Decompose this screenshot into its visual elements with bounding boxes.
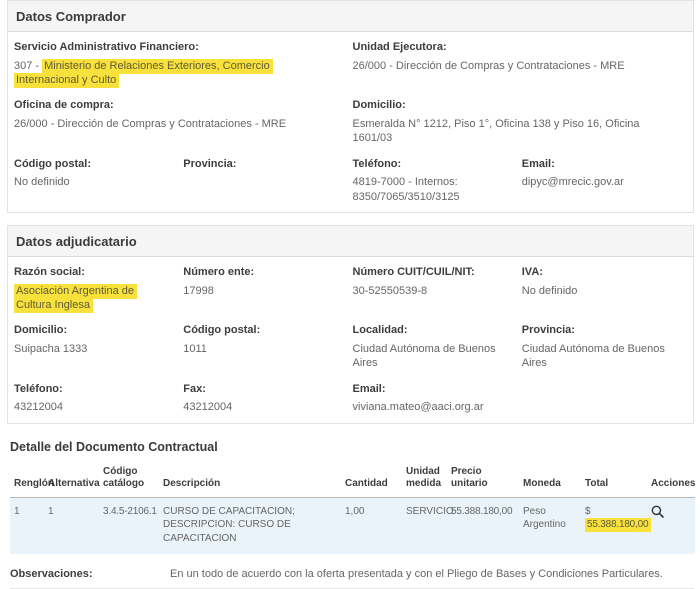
field-buyer-cp-label: Código postal:	[14, 158, 179, 172]
field-cuit-value: 30-52550539-8	[353, 284, 518, 298]
field-awardee-telefono-label: Teléfono:	[14, 383, 179, 397]
awardee-panel: Datos adjudicatario Razón social: Asocia…	[7, 225, 694, 424]
field-awardee-domicilio-value: Suipacha 1333	[14, 342, 179, 356]
col-header-renglon: Renglón	[10, 466, 48, 498]
field-saf-prefix: 307 -	[14, 60, 42, 72]
cell-cantidad: 1,00	[345, 497, 406, 554]
field-buyer-telefono-label: Teléfono:	[353, 158, 518, 172]
contract-detail-title: Detalle del Documento Contractual	[10, 440, 694, 454]
awardee-panel-header: Datos adjudicatario	[8, 226, 693, 257]
col-header-descripcion: Descripción	[163, 466, 345, 498]
field-empty-cell	[522, 383, 687, 415]
field-cuit-label: Número CUIT/CUIL/NIT:	[353, 266, 518, 280]
field-awardee-cp-value: 1011	[183, 342, 348, 356]
field-iva-value: No definido	[522, 284, 687, 298]
field-buyer-codigo-postal: Código postal: No definido	[14, 158, 179, 204]
field-buyer-email-label: Email:	[522, 158, 687, 172]
field-buyer-telefono: Teléfono: 4819-7000 - Internos: 8350/706…	[353, 158, 518, 204]
total-highlighted-amount: 55.388.180,00	[585, 518, 651, 532]
total-currency-symbol: $	[585, 506, 591, 517]
awardee-panel-body: Razón social: Asociación Argentina de Cu…	[8, 257, 693, 423]
col-header-total: Total	[585, 466, 651, 498]
buyer-panel-body: Servicio Administrativo Financiero: 307 …	[8, 32, 693, 212]
field-unidad-ejecutora: Unidad Ejecutora: 26/000 - Dirección de …	[353, 41, 688, 87]
field-saf-label: Servicio Administrativo Financiero:	[14, 41, 349, 55]
col-header-alternativa: Alternativa	[48, 466, 103, 498]
col-header-moneda: Moneda	[523, 466, 585, 498]
field-saf: Servicio Administrativo Financiero: 307 …	[14, 41, 349, 87]
detail-header-row: Renglón Alternativa Código catálogo Desc…	[10, 466, 695, 498]
field-razon-social: Razón social: Asociación Argentina de Cu…	[14, 266, 179, 312]
observaciones-row: Observaciones: En un todo de acuerdo con…	[10, 568, 694, 589]
field-razon-label: Razón social:	[14, 266, 179, 280]
contract-detail-table: Renglón Alternativa Código catálogo Desc…	[10, 466, 695, 555]
field-awardee-email-value: viviana.mateo@aaci.org.ar	[353, 400, 518, 414]
awardee-panel-title: Datos adjudicatario	[16, 234, 137, 249]
contract-detail-section: Detalle del Documento Contractual Rengló…	[10, 440, 694, 555]
field-buyer-domicilio: Domicilio: Esmeralda N° 1212, Piso 1°, O…	[353, 99, 688, 145]
field-awardee-domicilio-label: Domicilio:	[14, 324, 179, 338]
field-awardee-provincia-label: Provincia:	[522, 324, 687, 338]
field-awardee-provincia-value: Ciudad Autónoma de Buenos Aires	[522, 342, 687, 371]
field-buyer-email: Email: dipyc@mrecic.gov.ar	[522, 158, 687, 204]
field-cuit: Número CUIT/CUIL/NIT: 30-52550539-8	[353, 266, 518, 312]
field-oficina-compra: Oficina de compra: 26/000 - Dirección de…	[14, 99, 349, 145]
field-localidad-value: Ciudad Autónoma de Buenos Aires	[353, 342, 518, 371]
field-buyer-email-value: dipyc@mrecic.gov.ar	[522, 175, 687, 189]
field-buyer-domicilio-value: Esmeralda N° 1212, Piso 1°, Oficina 138 …	[353, 117, 688, 146]
cell-precio-unitario: 55.388.180,00	[451, 497, 523, 554]
cell-renglon: 1	[10, 497, 48, 554]
cell-acciones	[651, 497, 695, 554]
field-razon-highlighted-text: Asociación Argentina de Cultura Inglesa	[14, 284, 137, 313]
cell-alternativa: 1	[48, 497, 103, 554]
col-header-precio-unitario: Precio unitario	[451, 466, 523, 498]
field-localidad: Localidad: Ciudad Autónoma de Buenos Air…	[353, 324, 518, 370]
field-awardee-email-label: Email:	[353, 383, 518, 397]
field-awardee-telefono: Teléfono: 43212004	[14, 383, 179, 415]
field-iva: IVA: No definido	[522, 266, 687, 312]
field-awardee-cp-label: Código postal:	[183, 324, 348, 338]
field-awardee-domicilio: Domicilio: Suipacha 1333	[14, 324, 179, 370]
observaciones-label: Observaciones:	[10, 568, 170, 580]
field-awardee-provincia: Provincia: Ciudad Autónoma de Buenos Air…	[522, 324, 687, 370]
field-saf-highlighted-text: Ministerio de Relaciones Exteriores, Com…	[14, 59, 273, 88]
col-header-codigo-catalogo: Código catálogo	[103, 466, 163, 498]
col-header-cantidad: Cantidad	[345, 466, 406, 498]
cell-unidad-medida: SERVICIO	[406, 497, 451, 554]
field-ente-value: 17998	[183, 284, 348, 298]
field-awardee-email: Email: viviana.mateo@aaci.org.ar	[353, 383, 518, 415]
field-fax-value: 43212004	[183, 400, 348, 414]
field-ente-label: Número ente:	[183, 266, 348, 280]
field-buyer-provincia-label: Provincia:	[183, 158, 348, 172]
buyer-panel-header: Datos Comprador	[8, 1, 693, 32]
field-awardee-telefono-value: 43212004	[14, 400, 179, 414]
field-unidad-value: 26/000 - Dirección de Compras y Contrata…	[353, 59, 688, 73]
buyer-panel: Datos Comprador Servicio Administrativo …	[7, 0, 694, 213]
field-buyer-cp-value: No definido	[14, 175, 179, 189]
table-row: 1 1 3.4.5-2106.1 CURSO DE CAPACITACION; …	[10, 497, 695, 554]
cell-total: $ 55.388.180,00	[585, 497, 651, 554]
buyer-panel-title: Datos Comprador	[16, 9, 126, 24]
field-iva-label: IVA:	[522, 266, 687, 280]
col-header-acciones: Acciones	[651, 466, 695, 498]
field-numero-ente: Número ente: 17998	[183, 266, 348, 312]
field-buyer-domicilio-label: Domicilio:	[353, 99, 688, 113]
field-saf-value: 307 - Ministerio de Relaciones Exteriore…	[14, 59, 349, 88]
field-fax-label: Fax:	[183, 383, 348, 397]
field-buyer-telefono-value: 4819-7000 - Internos: 8350/7065/3510/312…	[353, 175, 513, 204]
field-awardee-codigo-postal: Código postal: 1011	[183, 324, 348, 370]
field-razon-value: Asociación Argentina de Cultura Inglesa	[14, 284, 164, 313]
col-header-unidad-medida: Unidad medida	[406, 466, 451, 498]
cell-descripcion: CURSO DE CAPACITACION; DESCRIPCION: CURS…	[163, 497, 345, 554]
field-oficina-value: 26/000 - Dirección de Compras y Contrata…	[14, 117, 349, 131]
cell-codigo: 3.4.5-2106.1	[103, 497, 163, 554]
observaciones-value: En un todo de acuerdo con la oferta pres…	[170, 568, 694, 580]
field-fax: Fax: 43212004	[183, 383, 348, 415]
field-localidad-label: Localidad:	[353, 324, 518, 338]
field-unidad-label: Unidad Ejecutora:	[353, 41, 688, 55]
cell-moneda: Peso Argentino	[523, 497, 585, 554]
magnifier-icon[interactable]	[651, 505, 664, 521]
field-buyer-provincia: Provincia:	[183, 158, 348, 204]
field-oficina-label: Oficina de compra:	[14, 99, 349, 113]
